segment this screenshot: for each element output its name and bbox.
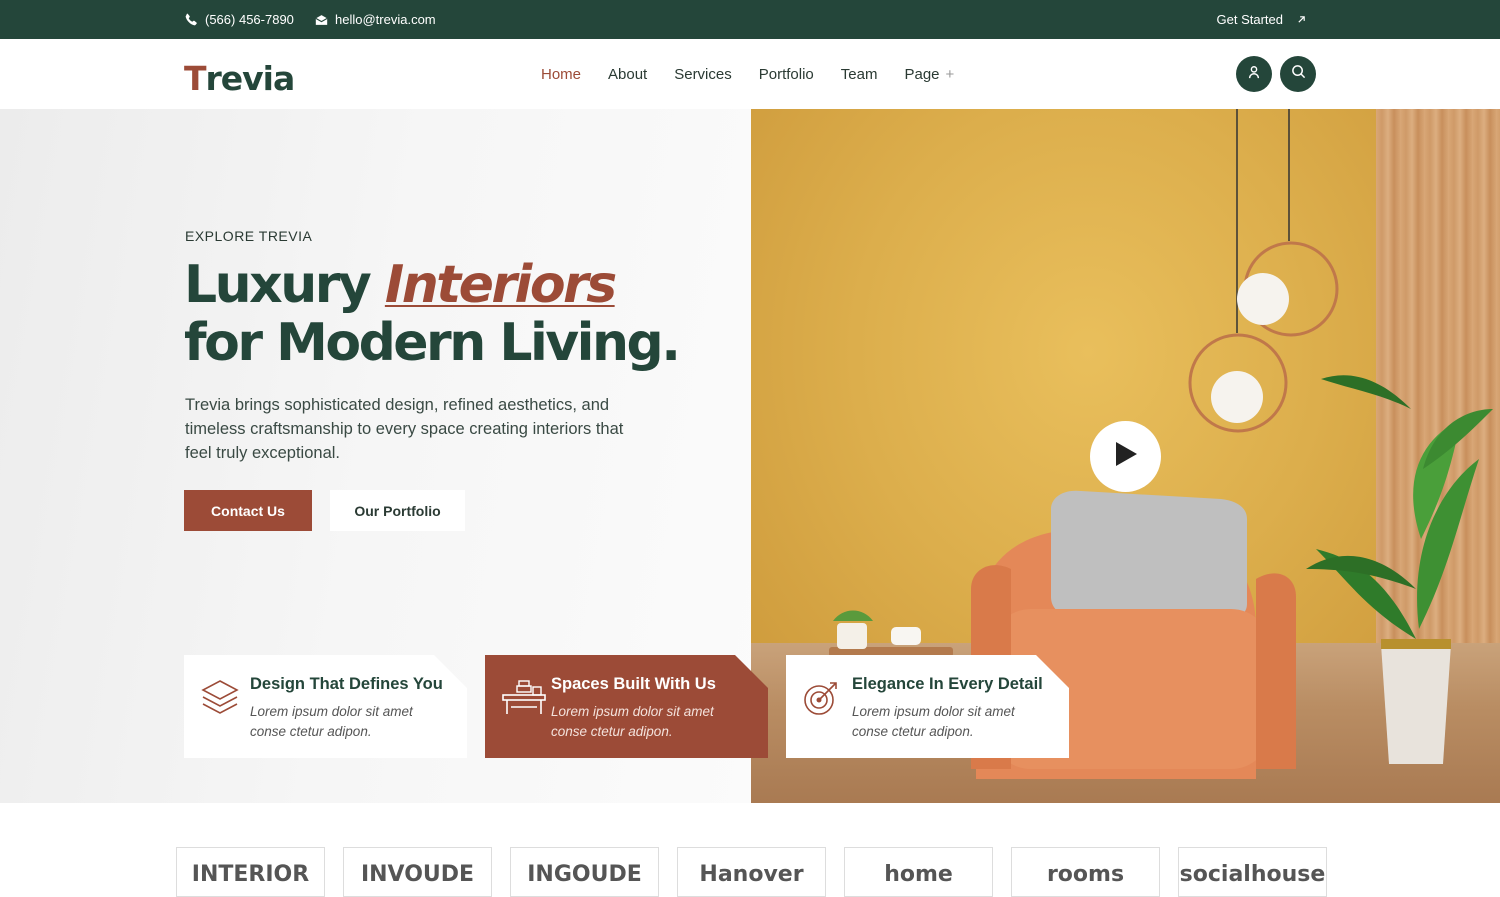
brand-name: INVOUDE bbox=[360, 862, 475, 887]
get-started-link[interactable]: Get Started bbox=[1217, 12, 1306, 27]
contact-us-button[interactable]: Contact Us bbox=[184, 490, 312, 531]
search-button[interactable] bbox=[1280, 56, 1316, 92]
brand-logo-socialhouse[interactable]: socialhouse bbox=[1178, 847, 1327, 897]
nav-team[interactable]: Team bbox=[841, 66, 878, 83]
brand-name: home bbox=[884, 862, 953, 887]
nav-services[interactable]: Services bbox=[674, 66, 732, 83]
hero-headline: Luxury Interiors for Modern Living. bbox=[184, 256, 704, 372]
brand-logo-hanover[interactable]: Hanover bbox=[677, 847, 826, 897]
expand-plus-icon: + bbox=[945, 66, 955, 83]
brand-name: Hanover bbox=[699, 862, 804, 887]
feature-desc: Lorem ipsum dolor sit amet conse ctetur … bbox=[852, 704, 1015, 739]
nav-portfolio[interactable]: Portfolio bbox=[759, 66, 814, 83]
account-button[interactable] bbox=[1236, 56, 1272, 92]
feature-desc: Lorem ipsum dolor sit amet conse ctetur … bbox=[551, 704, 714, 739]
our-portfolio-button[interactable]: Our Portfolio bbox=[330, 490, 465, 531]
main-nav: Home About Services Portfolio Team Page + bbox=[541, 66, 954, 83]
layers-icon bbox=[200, 677, 240, 722]
search-icon bbox=[1291, 64, 1306, 84]
feature-card-spaces[interactable]: Spaces Built With Us Lorem ipsum dolor s… bbox=[485, 655, 768, 758]
brand-logo-ingoude[interactable]: INGOUDE bbox=[510, 847, 659, 897]
nav-page[interactable]: Page + bbox=[904, 66, 954, 83]
brand-logo-invoude[interactable]: INVOUDE bbox=[343, 847, 492, 897]
brand-logo-interior[interactable]: INTERIOR bbox=[176, 847, 325, 897]
phone-icon bbox=[185, 13, 198, 26]
play-icon bbox=[1113, 440, 1139, 473]
brand-name: rooms bbox=[1046, 862, 1125, 887]
phone-number: (566) 456-7890 bbox=[205, 12, 294, 27]
arrow-up-right-icon bbox=[1297, 15, 1306, 24]
feature-desc: Lorem ipsum dolor sit amet conse ctetur … bbox=[250, 704, 413, 739]
desk-icon bbox=[501, 677, 547, 722]
nav-page-label: Page bbox=[904, 66, 940, 83]
main-header: Trevia Home About Services Portfolio Tea… bbox=[0, 39, 1500, 109]
get-started-label: Get Started bbox=[1216, 12, 1283, 27]
play-video-button[interactable] bbox=[1090, 421, 1161, 492]
nav-home[interactable]: Home bbox=[541, 66, 581, 83]
mail-icon bbox=[315, 14, 328, 26]
logo-initial: T bbox=[184, 59, 206, 98]
brand-logo-rooms[interactable]: rooms bbox=[1011, 847, 1160, 897]
headline-part-1: Luxury bbox=[184, 255, 385, 315]
brand-logos-row: INTERIOR INVOUDE INGOUDE Hanover home ro… bbox=[176, 847, 1327, 897]
brand-name: socialhouse bbox=[1179, 862, 1326, 887]
logo-text: revia bbox=[205, 59, 296, 98]
trevia-logo[interactable]: Trevia bbox=[184, 55, 296, 98]
brand-name: INGOUDE bbox=[527, 862, 642, 887]
headline-accent: Interiors bbox=[384, 255, 617, 315]
user-icon bbox=[1247, 65, 1261, 84]
hero-lead: Trevia brings sophisticated design, refi… bbox=[185, 396, 624, 462]
brand-logo-home[interactable]: home bbox=[844, 847, 993, 897]
feature-card-design[interactable]: Design That Defines You Lorem ipsum dolo… bbox=[184, 655, 467, 758]
feature-title: Design That Defines You bbox=[250, 675, 443, 693]
top-bar: (566) 456-7890 hello@trevia.com Get Star… bbox=[0, 0, 1500, 39]
nav-about[interactable]: About bbox=[608, 66, 647, 83]
topbar-phone[interactable]: (566) 456-7890 bbox=[185, 12, 294, 27]
hero-eyebrow: EXPLORE TREVIA bbox=[185, 228, 313, 244]
feature-title: Spaces Built With Us bbox=[551, 675, 716, 693]
brand-name: INTERIOR bbox=[191, 862, 310, 887]
target-icon bbox=[802, 677, 842, 722]
topbar-email[interactable]: hello@trevia.com bbox=[315, 12, 436, 27]
email-address: hello@trevia.com bbox=[335, 12, 436, 27]
headline-part-2: for Modern Living. bbox=[184, 313, 681, 373]
feature-title: Elegance In Every Detail bbox=[852, 675, 1043, 693]
feature-card-elegance[interactable]: Elegance In Every Detail Lorem ipsum dol… bbox=[786, 655, 1069, 758]
